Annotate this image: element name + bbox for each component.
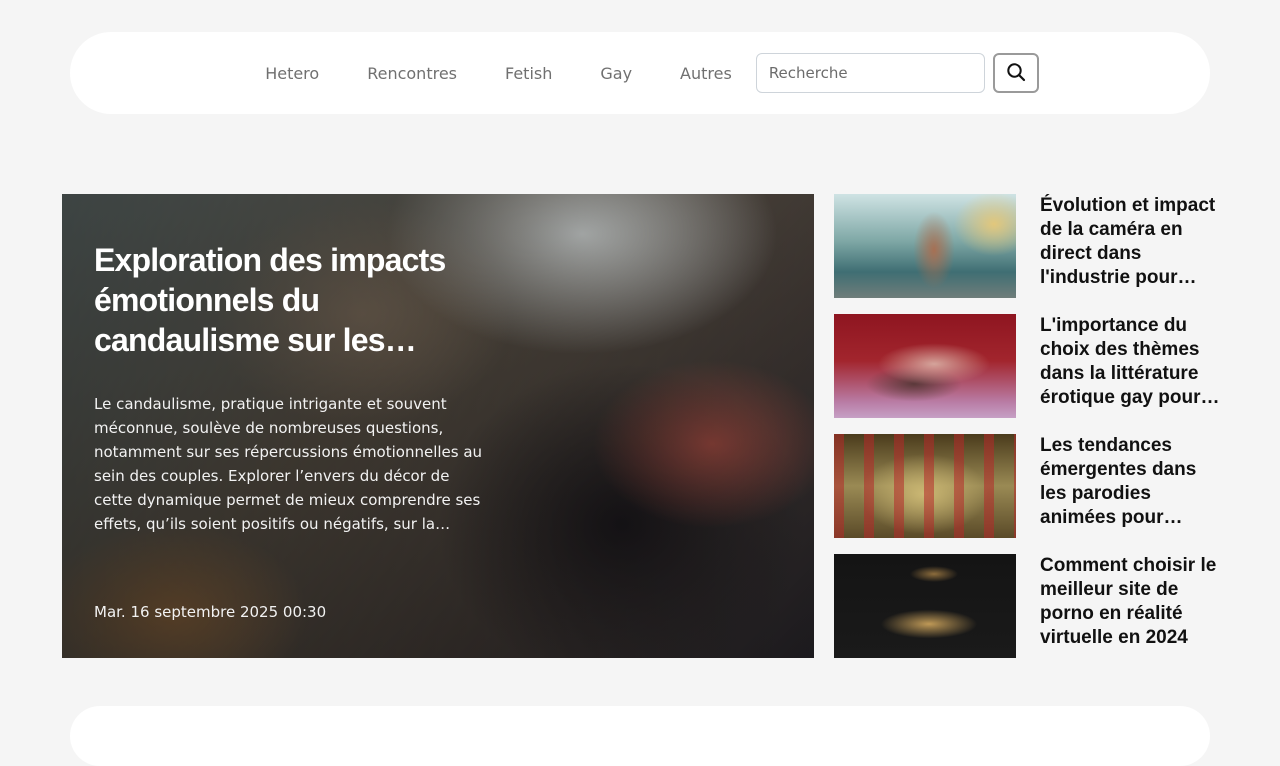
related-article-title[interactable]: L'importance du choix des thèmes dans la…: [1040, 314, 1222, 410]
related-article-item[interactable]: L'importance du choix des thèmes dans la…: [834, 314, 1234, 418]
search-input[interactable]: [755, 53, 985, 93]
featured-article-excerpt: Le candaulisme, pratique intrigante et s…: [94, 395, 483, 533]
top-navbar: Hetero Rencontres Fetish Gay Autres: [70, 32, 1210, 114]
related-article-item[interactable]: Évolution et impact de la caméra en dire…: [834, 194, 1234, 298]
related-article-item[interactable]: Les tendances émergentes dans les parodi…: [834, 434, 1234, 538]
search-button[interactable]: [992, 53, 1039, 93]
search-form: [755, 53, 1039, 93]
related-article-title[interactable]: Évolution et impact de la caméra en dire…: [1040, 194, 1222, 290]
related-article-title[interactable]: Comment choisir le meilleur site de porn…: [1040, 554, 1222, 650]
related-article-thumbnail[interactable]: [834, 554, 1016, 658]
featured-article[interactable]: Exploration des impacts émotionnels du c…: [62, 194, 814, 658]
nav-link-autres[interactable]: Autres: [656, 64, 756, 83]
main-nav: Hetero Rencontres Fetish Gay Autres: [241, 64, 756, 83]
featured-article-date: Mar. 16 septembre 2025 00:30: [94, 603, 327, 621]
nav-link-hetero[interactable]: Hetero: [241, 64, 343, 83]
featured-article-title[interactable]: Exploration des impacts émotionnels du c…: [94, 240, 474, 360]
related-article-thumbnail[interactable]: [834, 314, 1016, 418]
search-icon: [1006, 62, 1026, 85]
nav-link-rencontres[interactable]: Rencontres: [343, 64, 481, 83]
related-article-title[interactable]: Les tendances émergentes dans les parodi…: [1040, 434, 1222, 530]
bottom-section-bar: [70, 706, 1210, 766]
nav-link-fetish[interactable]: Fetish: [481, 64, 576, 83]
related-article-item[interactable]: Comment choisir le meilleur site de porn…: [834, 554, 1234, 658]
nav-link-gay[interactable]: Gay: [576, 64, 656, 83]
related-article-thumbnail[interactable]: [834, 194, 1016, 298]
related-article-thumbnail[interactable]: [834, 434, 1016, 538]
